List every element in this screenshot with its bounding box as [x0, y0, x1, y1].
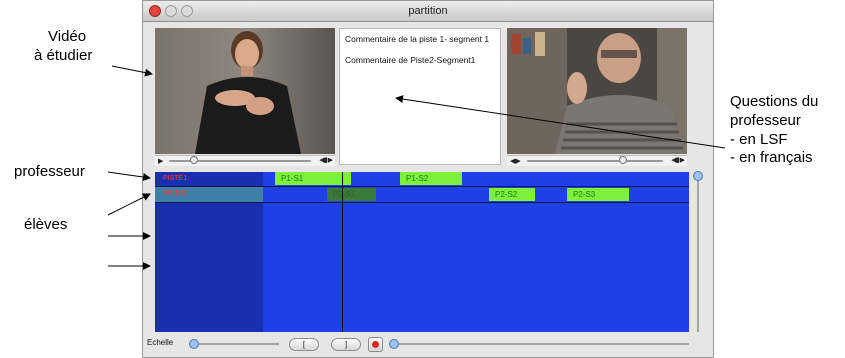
arrow-comment	[395, 95, 726, 149]
arrow-professeur	[107, 171, 151, 181]
annotation-arrows	[107, 65, 726, 270]
arrow-video	[111, 65, 153, 77]
arrow-eleve-1	[107, 193, 151, 216]
